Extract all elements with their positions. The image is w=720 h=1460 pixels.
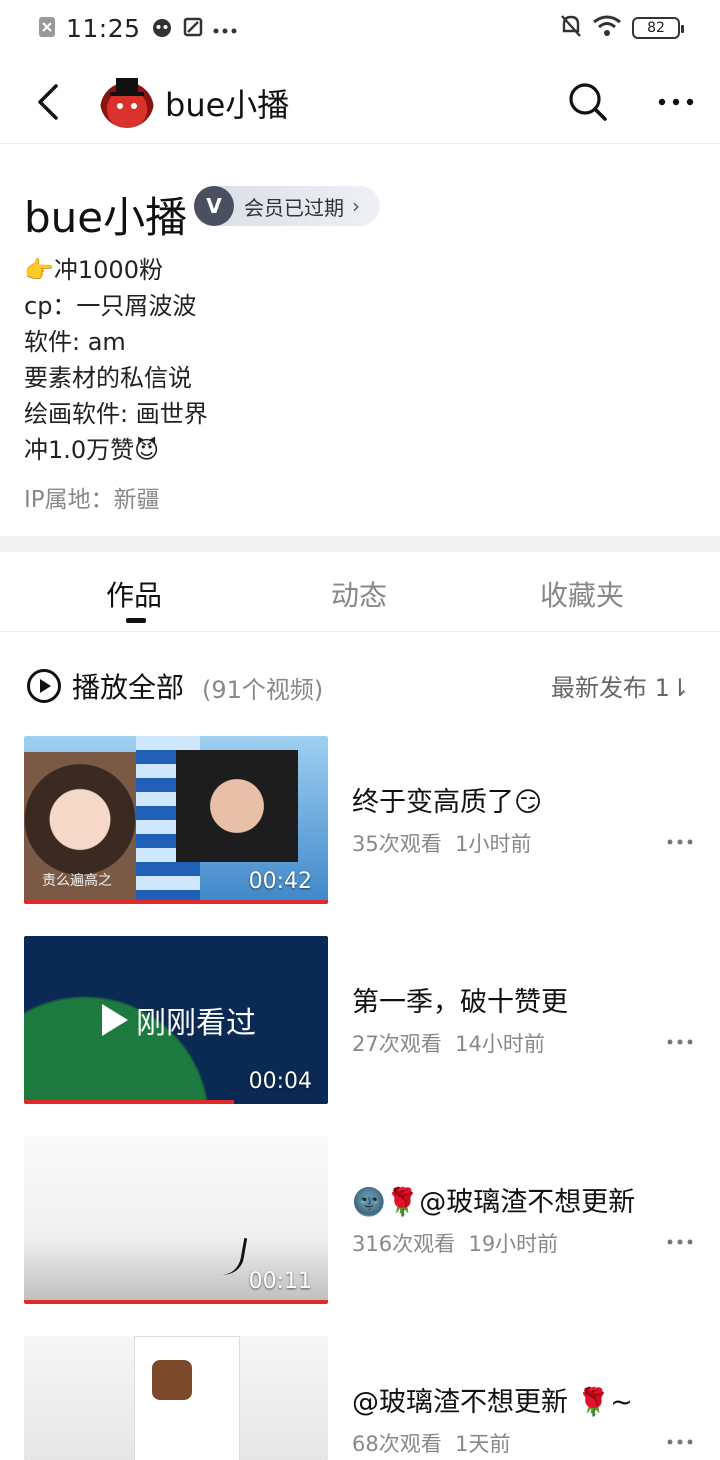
- video-more-button[interactable]: [666, 1032, 694, 1045]
- video-item[interactable]: 刚刚看过 00:04 第一季，破十赞更 27次观看 14小时前: [0, 936, 720, 1106]
- recently-watched-label: 刚刚看过: [136, 1006, 256, 1041]
- video-duration: 00:42: [248, 869, 312, 894]
- video-duration: 00:11: [248, 1269, 312, 1294]
- video-time: 1小时前: [455, 832, 532, 856]
- more-icon: [658, 98, 694, 106]
- recently-watched-overlay: 刚刚看过: [102, 998, 256, 1042]
- video-views: 35次观看: [352, 832, 442, 856]
- video-item[interactable]: 责么遍高之 00:42 终于变高质了😏 35次观看 1小时前: [0, 736, 720, 906]
- bio-line: 要素材的私信说: [24, 364, 192, 392]
- search-icon: [569, 83, 607, 121]
- wifi-icon: [592, 15, 622, 41]
- thumbnail-image: [176, 750, 298, 862]
- video-count: (91个视频): [202, 676, 324, 704]
- notification-close-icon: [38, 16, 56, 42]
- video-more-button[interactable]: [666, 1432, 694, 1445]
- video-thumbnail[interactable]: 刚刚看过 00:04: [24, 936, 328, 1104]
- play-all-label[interactable]: 播放全部: [72, 666, 184, 706]
- video-meta: 35次观看 1小时前: [352, 828, 531, 858]
- video-thumbnail[interactable]: [24, 1336, 328, 1460]
- sync-icon: [183, 17, 203, 41]
- video-views: 27次观看: [352, 1032, 442, 1056]
- bio-line: 绘画软件: 画世界: [24, 400, 208, 428]
- video-item[interactable]: 00:11 🌚🌹@玻璃渣不想更新 316次观看 19小时前: [0, 1136, 720, 1306]
- more-icon: [667, 1239, 693, 1245]
- tab-favorites[interactable]: 收藏夹: [540, 574, 624, 614]
- more-icon: [667, 839, 693, 845]
- thumbnail-caption: 责么遍高之: [42, 873, 112, 889]
- chevron-right-icon: ›: [352, 194, 360, 218]
- more-options-button[interactable]: [656, 80, 696, 124]
- back-button[interactable]: [30, 80, 70, 124]
- sort-button[interactable]: 最新发布 1⇂: [551, 668, 690, 703]
- play-icon: [102, 1004, 128, 1036]
- watch-progress-bar: [24, 1100, 234, 1104]
- avatar[interactable]: [100, 74, 154, 128]
- video-time: 14小时前: [455, 1032, 545, 1056]
- video-meta: 68次观看 1天前: [352, 1428, 510, 1458]
- app-notification-icon: [151, 16, 173, 42]
- status-bar: 11:25 82: [0, 0, 720, 58]
- watch-progress-bar: [24, 1300, 328, 1304]
- bio-line: 软件: am: [24, 328, 126, 356]
- profile-name: bue小播: [24, 193, 188, 242]
- profile-bio: 👉冲1000粉 cp：一只屑波波 软件: am 要素材的私信说 绘画软件: 画世…: [24, 252, 208, 468]
- vip-status-badge[interactable]: V 会员已过期 ›: [194, 186, 380, 226]
- video-title[interactable]: 第一季，破十赞更: [352, 980, 568, 1019]
- more-icon: [667, 1439, 693, 1445]
- video-meta: 316次观看 19小时前: [352, 1228, 558, 1258]
- video-views: 316次观看: [352, 1232, 456, 1256]
- more-notifications-icon: [213, 19, 237, 38]
- tab-works[interactable]: 作品: [106, 574, 162, 614]
- bio-line: 冲1.0万赞😈: [24, 436, 160, 464]
- video-thumbnail[interactable]: 00:11: [24, 1136, 328, 1304]
- video-thumbnail[interactable]: 责么遍高之 00:42: [24, 736, 328, 904]
- vip-icon: V: [194, 186, 234, 226]
- video-views: 68次观看: [352, 1432, 442, 1456]
- vip-label: 会员已过期: [244, 195, 344, 220]
- video-time: 1天前: [455, 1432, 511, 1456]
- video-title[interactable]: 终于变高质了😏: [352, 780, 542, 819]
- tab-activity[interactable]: 动态: [331, 574, 387, 614]
- section-divider: [0, 536, 720, 552]
- battery-indicator: 82: [632, 17, 684, 39]
- video-item[interactable]: @玻璃渣不想更新 🌹~ 68次观看 1天前: [0, 1336, 720, 1460]
- nav-title: bue小播: [165, 86, 290, 124]
- thumbnail-image: [152, 1360, 192, 1400]
- search-button[interactable]: [566, 80, 610, 124]
- video-meta: 27次观看 14小时前: [352, 1028, 545, 1058]
- video-duration: 00:04: [248, 1069, 312, 1094]
- play-all-button[interactable]: [26, 668, 62, 704]
- active-tab-indicator: [126, 618, 146, 623]
- more-icon: [667, 1039, 693, 1045]
- silent-bell-icon: [560, 14, 582, 42]
- play-all-row: 播放全部 (91个视频) 最新发布 1⇂: [0, 660, 720, 710]
- play-circle-icon: [27, 669, 61, 703]
- top-navigation: bue小播: [0, 58, 720, 144]
- bio-line: cp：一只屑波波: [24, 292, 197, 320]
- profile-section: bue小播 V 会员已过期 › 👉冲1000粉 cp：一只屑波波 软件: am …: [0, 144, 720, 536]
- thumbnail-image: [216, 1234, 248, 1278]
- video-title[interactable]: @玻璃渣不想更新 🌹~: [352, 1380, 633, 1419]
- profile-tabs: 作品 动态 收藏夹: [0, 552, 720, 632]
- bio-line: 👉冲1000粉: [24, 256, 163, 284]
- watch-progress-bar: [24, 900, 328, 904]
- status-time: 11:25: [66, 14, 141, 43]
- video-more-button[interactable]: [666, 1232, 694, 1245]
- video-title[interactable]: 🌚🌹@玻璃渣不想更新: [352, 1180, 635, 1219]
- ip-location: IP属地：新疆: [24, 487, 160, 513]
- video-time: 19小时前: [468, 1232, 559, 1256]
- video-more-button[interactable]: [666, 832, 694, 845]
